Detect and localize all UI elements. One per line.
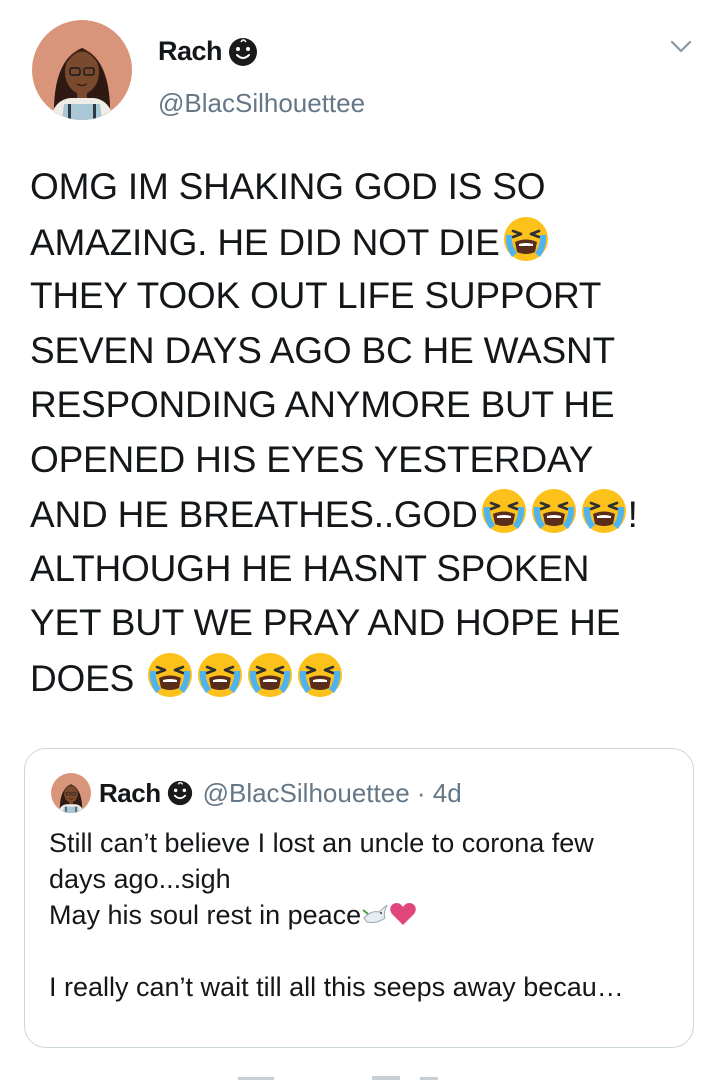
- tweet-line-suffix: !: [627, 494, 638, 535]
- author-name-row[interactable]: Rach: [158, 36, 258, 67]
- loudly-crying-face-icon: [196, 651, 244, 699]
- quoted-avatar: [51, 773, 91, 813]
- loudly-crying-face-icon: [580, 487, 628, 535]
- tweet-line: ALTHOUGH HE HASNT SPOKEN: [30, 547, 590, 589]
- quoted-tweet-text: Still can’t believe I lost an uncle to c…: [49, 825, 679, 1005]
- chevron-down-icon[interactable]: [670, 40, 692, 54]
- tweet-text: OMG IM SHAKING GOD IS SO AMAZING. HE DID…: [30, 160, 710, 705]
- loudly-crying-face-icon: [530, 487, 578, 535]
- loudly-crying-face-icon: [502, 215, 550, 263]
- loudly-crying-face-icon: [480, 487, 528, 535]
- tweet-line: AND HE BREATHES..GOD: [30, 494, 478, 535]
- happy-face-icon: [228, 37, 258, 67]
- tweet-line: SEVEN DAYS AGO BC HE WASNT: [30, 329, 615, 371]
- loudly-crying-face-icon: [296, 651, 344, 699]
- quoted-line: days ago...sigh: [49, 864, 231, 894]
- tweet-line: AMAZING. HE DID NOT DIE: [30, 221, 500, 263]
- cropped-text-fragment: [238, 1076, 438, 1080]
- loudly-crying-face-icon: [246, 651, 294, 699]
- quoted-handle-meta: @BlacSilhouettee · 4d: [202, 777, 462, 808]
- author-name[interactable]: Rach: [158, 36, 223, 67]
- quoted-author-name: Rach: [99, 777, 161, 808]
- quoted-line: I really can’t wait till all this seeps …: [49, 972, 624, 1002]
- avatar[interactable]: [32, 20, 132, 120]
- quoted-tweet-header: Rach @BlacSilhouettee · 4d: [51, 773, 462, 813]
- tweet-line: RESPONDING ANYMORE BUT HE: [30, 384, 615, 425]
- quoted-line: Still can’t believe I lost an uncle to c…: [49, 828, 594, 858]
- happy-face-icon: [167, 780, 193, 806]
- author-handle[interactable]: @BlacSilhouettee: [158, 88, 365, 119]
- loudly-crying-face-icon: [146, 651, 194, 699]
- quoted-line: May his soul rest in peace: [49, 900, 362, 930]
- tweet-line: OPENED HIS EYES YESTERDAY: [30, 438, 594, 480]
- dove-icon: [361, 900, 389, 928]
- tweet-line: OMG IM SHAKING GOD IS SO: [30, 166, 546, 207]
- heart-icon: [389, 900, 417, 928]
- tweet-line: YET BUT WE PRAY AND HOPE HE: [30, 602, 621, 643]
- quoted-tweet-card[interactable]: Rach @BlacSilhouettee · 4d Still can’t b…: [24, 748, 694, 1048]
- tweet-line: THEY TOOK OUT LIFE SUPPORT: [30, 275, 602, 316]
- quoted-line: [49, 933, 679, 969]
- tweet-line: DOES: [30, 657, 135, 699]
